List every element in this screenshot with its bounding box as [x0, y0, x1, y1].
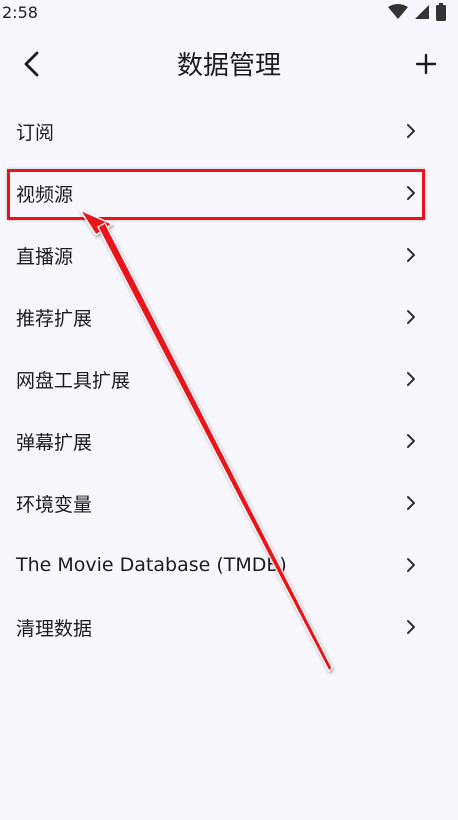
menu-item-cloud-drive-extensions[interactable]: 网盘工具扩展	[0, 348, 458, 410]
app-bar: 数据管理	[0, 38, 458, 94]
menu-item-label: 清理数据	[16, 617, 93, 640]
annotation-highlight-box	[7, 169, 425, 220]
menu-item-label: 推荐扩展	[16, 307, 93, 330]
menu-item-live-source[interactable]: 直播源	[0, 224, 458, 286]
chevron-left-icon	[22, 51, 42, 81]
chevron-right-icon	[404, 493, 418, 513]
chevron-right-icon	[404, 245, 418, 265]
menu-item-label: 订阅	[16, 121, 55, 144]
add-button[interactable]	[406, 46, 446, 86]
menu-item-clear-data[interactable]: 清理数据	[0, 596, 458, 658]
status-icons	[388, 3, 446, 25]
chevron-right-icon	[404, 121, 418, 141]
menu-item-subscription[interactable]: 订阅	[0, 100, 458, 162]
signal-icon	[414, 4, 430, 24]
chevron-right-icon	[404, 555, 418, 575]
page-title: 数据管理	[176, 51, 281, 81]
battery-icon	[436, 3, 446, 25]
chevron-right-icon	[404, 307, 418, 327]
menu-item-label: 直播源	[16, 245, 74, 268]
menu-item-danmaku-extensions[interactable]: 弹幕扩展	[0, 410, 458, 472]
menu-item-label: 环境变量	[16, 493, 93, 516]
wifi-icon	[388, 4, 408, 24]
status-time: 2:58	[2, 3, 38, 22]
menu-item-label: 弹幕扩展	[16, 431, 93, 454]
menu-item-environment-variables[interactable]: 环境变量	[0, 472, 458, 534]
plus-icon	[415, 53, 437, 79]
menu-item-label: 网盘工具扩展	[16, 369, 131, 392]
chevron-right-icon	[404, 431, 418, 451]
status-bar: 2:58	[0, 0, 458, 28]
chevron-right-icon	[404, 617, 418, 637]
menu-item-recommended-extensions[interactable]: 推荐扩展	[0, 286, 458, 348]
menu-item-label: The Movie Database (TMDB)	[16, 554, 287, 576]
chevron-right-icon	[404, 369, 418, 389]
back-button[interactable]	[12, 46, 52, 86]
menu-item-tmdb[interactable]: The Movie Database (TMDB)	[0, 534, 458, 596]
